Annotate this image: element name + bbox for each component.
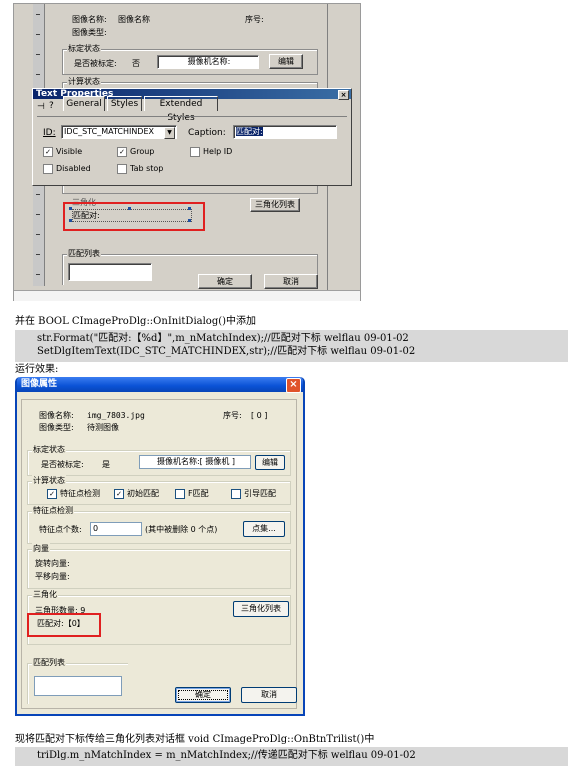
cancel-button[interactable]: 取消 (264, 274, 318, 289)
ok-button[interactable]: 确定 (175, 687, 231, 703)
caption-label: Caption: (188, 128, 226, 138)
highlight-box (27, 613, 101, 637)
code-line: SetDlgItemText(IDC_STC_MATCHINDEX,str);/… (37, 346, 416, 357)
points-button[interactable]: 点集... (243, 521, 285, 537)
checkbox-icon (231, 488, 241, 499)
text-properties-window: Text Properties × ⊣ ? General Styles Ext… (32, 88, 352, 186)
calib-value: 否 (132, 59, 140, 68)
paragraph-oninit: 并在 BOOL CImageProDlg::OnInitDialog()中添加 (15, 316, 257, 327)
id-label: ID: (43, 128, 56, 138)
tab-styles[interactable]: Styles (107, 96, 142, 111)
code-line: triDlg.m_nMatchIndex = m_nMatchIndex;//传… (37, 750, 416, 761)
checkbox-checked-icon: ✓ (114, 488, 124, 499)
cancel-button[interactable]: 取消 (241, 687, 297, 703)
dialog-titlebar[interactable]: 图像属性 × (17, 377, 303, 393)
serial-label: 序号: (245, 15, 264, 24)
guided-match-checkbox[interactable]: 引导匹配 (231, 488, 276, 499)
feature-detect-checkbox[interactable]: ✓ 特征点检测 (47, 488, 100, 499)
pin-icon[interactable]: ⊣ (37, 102, 45, 112)
checkbox-checked-icon: ✓ (117, 146, 127, 157)
tri-list-button[interactable]: 三角化列表 (250, 198, 300, 212)
group-checkbox[interactable]: ✓ Group (117, 146, 154, 157)
tri-list-button[interactable]: 三角化列表 (233, 601, 289, 617)
caption-input[interactable]: 匹配对: (233, 125, 337, 139)
checkbox-checked-icon: ✓ (43, 146, 53, 157)
vector-group: 向量 (27, 543, 291, 589)
image-type-label: 图像类型: (39, 423, 74, 432)
serial-label: 序号: (223, 411, 242, 420)
paragraph-result: 运行效果: (15, 364, 59, 375)
match-list-box[interactable] (34, 676, 122, 696)
code-block-2: triDlg.m_nMatchIndex = m_nMatchIndex;//传… (15, 747, 568, 766)
editor-bottom-bar (14, 290, 360, 301)
checkbox-icon (175, 488, 185, 499)
calib-label: 是否被标定: (74, 59, 117, 68)
rotation-label: 旋转向量: (35, 559, 70, 568)
code-block-1: str.Format("匹配对:【%d】",m_nMatchIndex);//匹… (15, 330, 568, 362)
match-list-box[interactable] (68, 263, 152, 281)
tab-extended-styles[interactable]: Extended Styles (144, 96, 218, 123)
highlight-box (63, 202, 205, 231)
image-type-value: 待测图像 (87, 423, 119, 432)
tab-general[interactable]: General (63, 96, 105, 111)
translation-label: 平移向量: (35, 572, 70, 581)
ok-button[interactable]: 确定 (198, 274, 252, 289)
checkbox-icon (43, 163, 53, 174)
help-icon[interactable]: ? (49, 101, 54, 111)
initial-match-checkbox[interactable]: ✓ 初始匹配 (114, 488, 159, 499)
camera-field[interactable]: 摄像机名称:[ 摄像机 ] (139, 455, 251, 469)
calib-label: 是否被标定: (41, 460, 84, 469)
disabled-checkbox[interactable]: Disabled (43, 163, 91, 174)
feature-count-field[interactable]: 0 (90, 522, 142, 536)
editor-screenshot: 图像名称: 图像名称 序号: 图像类型: 标定状态 是否被标定: 否 摄像机名称… (13, 3, 361, 301)
feature-count-label: 特征点个数: (39, 525, 82, 534)
tab-stop-checkbox[interactable]: Tab stop (117, 163, 163, 174)
close-icon[interactable]: × (338, 90, 349, 100)
f-match-checkbox[interactable]: F匹配 (175, 488, 209, 499)
image-name-value: 图像名称 (118, 15, 150, 24)
checkbox-checked-icon: ✓ (47, 488, 57, 499)
image-name-label: 图像名称: (72, 15, 107, 24)
chevron-down-icon[interactable]: ▼ (164, 127, 175, 139)
image-type-label: 图像类型: (72, 28, 107, 37)
id-select[interactable]: IDC_STC_MATCHINDEX ▼ (61, 125, 177, 139)
tab-divider (37, 116, 347, 117)
visible-checkbox[interactable]: ✓ Visible (43, 146, 82, 157)
serial-value: [ 0 ] (251, 411, 268, 420)
close-icon[interactable]: × (286, 378, 301, 393)
calib-value: 是 (102, 460, 110, 469)
checkbox-icon (117, 163, 127, 174)
paragraph-trilist: 现将匹配对下标传给三角化列表对话框 void CImageProDlg::OnB… (15, 734, 375, 745)
code-line: str.Format("匹配对:【%d】",m_nMatchIndex);//匹… (37, 333, 409, 344)
checkbox-icon (190, 146, 200, 157)
image-name-label: 图像名称: (39, 411, 74, 420)
image-properties-dialog: 图像属性 × 图像名称: img_7803.jpg 序号: [ 0 ] 图像类型… (15, 377, 305, 716)
feature-note: (其中被删除 0 个点) (145, 525, 218, 534)
image-name-value: img_7803.jpg (87, 411, 145, 420)
camera-field[interactable]: 摄像机名称: (157, 55, 259, 69)
dialog-title: 图像属性 (21, 379, 58, 389)
help-id-checkbox[interactable]: Help ID (190, 146, 232, 157)
edit-button[interactable]: 编辑 (255, 455, 285, 470)
edit-button[interactable]: 编辑 (269, 54, 303, 69)
